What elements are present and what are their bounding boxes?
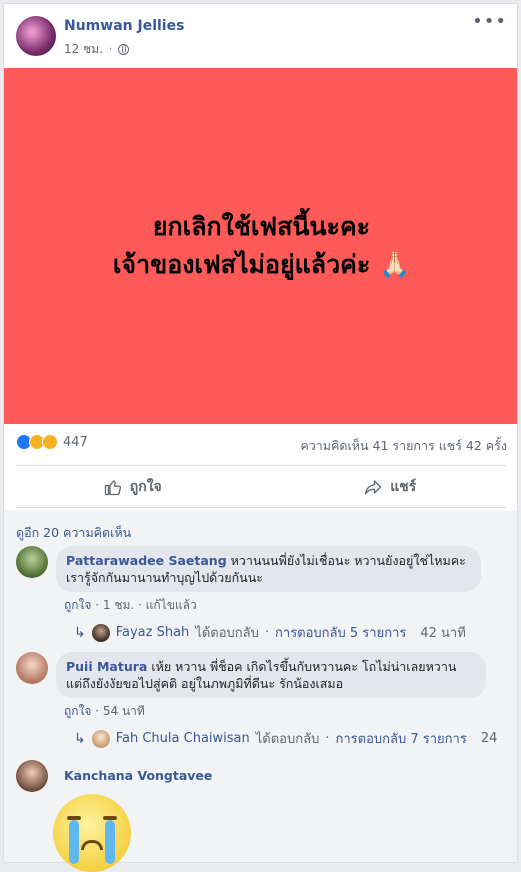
post-stats: 447 ความคิดเห็น 41 รายการ แชร์ 42 ครั้ง (4, 432, 517, 456)
commenter-avatar[interactable] (16, 760, 48, 792)
more-options-icon[interactable]: ••• (472, 13, 507, 31)
reply-count: การตอบกลับ 5 รายการ (275, 626, 407, 641)
sticker-tear (105, 820, 115, 864)
view-more-comments-link[interactable]: ดูอีก 20 ความคิดเห็น (16, 523, 131, 543)
post-banner: ยกเลิกใช้เฟสนี้นะคะ เจ้าของเฟสไม่อยู่แล้… (4, 68, 517, 424)
reply-time: 24 (480, 731, 498, 746)
commenter-name[interactable]: Pattarawadee Saetang (66, 553, 227, 568)
reaction-count: 447 (63, 434, 88, 450)
reply-count: การตอบกลับ 7 รายการ (335, 732, 467, 747)
share-button[interactable]: แชร์ (262, 469, 518, 505)
comments-shares-count[interactable]: ความคิดเห็น 41 รายการ แชร์ 42 ครั้ง (300, 436, 507, 456)
sticker-tear (69, 820, 79, 864)
sticker-mouth (81, 840, 103, 850)
commenter-name[interactable]: Kanchana Vongtavee (64, 768, 212, 783)
reply-author: Fah Chula Chaiwisan (115, 731, 250, 746)
comment-like-link[interactable]: ถูกใจ (64, 704, 91, 718)
globe-icon (118, 44, 130, 55)
crying-face-sticker (53, 794, 131, 872)
reactions-summary[interactable]: 447 (16, 434, 88, 450)
post-header: Numwan Jellies 12 ชม. · ••• (4, 4, 517, 68)
comment-footer: ถูกใจ · 1 ชม. · แก้ไขแล้ว (64, 598, 197, 612)
banner-line-1: ยกเลิกใช้เฟสนี้นะคะ (152, 212, 371, 241)
banner-line-2: เจ้าของเฟสไม่อยู่แล้วค่ะ 🙏🏻 (112, 250, 411, 279)
haha-icon (42, 434, 58, 450)
comment-time[interactable]: 54 นาที (103, 704, 145, 718)
post-meta: 12 ชม. · (64, 40, 130, 59)
meta-dot: · (325, 731, 330, 746)
reply-arrow-icon: ↳ (74, 730, 86, 747)
post-actions: ถูกใจ แชร์ (4, 469, 518, 505)
reply-action: ได้ตอบกลับ (255, 732, 320, 747)
commenter-name[interactable]: Puii Matura (66, 659, 147, 674)
reply-time: 42 นาที (420, 626, 466, 641)
commenter-avatar[interactable] (16, 546, 48, 578)
divider (16, 507, 507, 508)
reply-author: Fayaz Shah (115, 625, 190, 640)
meta-dot: · (264, 625, 270, 640)
comment-footer: ถูกใจ · 54 นาที (64, 704, 145, 718)
comment-bubble: Pattarawadee Saetang หวานนนพี่ยังไม่เชื่อ… (56, 546, 481, 592)
view-replies-link[interactable]: ↳ Fah Chula Chaiwisan ได้ตอบกลับ · การตอ… (74, 728, 497, 749)
reply-avatar (91, 623, 110, 642)
share-arrow-icon (365, 480, 382, 495)
like-label: ถูกใจ (129, 479, 162, 495)
author-avatar[interactable] (16, 16, 56, 56)
reply-action: ได้ตอบกลับ (195, 626, 259, 641)
post-time[interactable]: 12 ชม. (64, 40, 103, 59)
like-button[interactable]: ถูกใจ (4, 469, 262, 505)
comment-like-link[interactable]: ถูกใจ (64, 598, 91, 612)
post-card: Numwan Jellies 12 ชม. · ••• ยกเลิกใช้เฟส… (3, 3, 518, 863)
commenter-avatar[interactable] (16, 652, 48, 684)
divider (16, 465, 507, 466)
view-replies-link[interactable]: ↳ Fayaz Shah ได้ตอบกลับ · การตอบกลับ 5 ร… (74, 622, 466, 643)
thumbs-up-icon (104, 480, 121, 496)
reply-avatar (91, 729, 110, 748)
meta-dot: · (108, 44, 113, 55)
comment-time[interactable]: 1 ชม. (103, 598, 134, 612)
author-name[interactable]: Numwan Jellies (64, 18, 184, 34)
comment-bubble: Puii Matura เห้ย หวาน พี่ช็อค เกิดไรขึ้นก… (56, 652, 486, 698)
edited-label[interactable]: แก้ไขแล้ว (146, 598, 197, 612)
reply-arrow-icon: ↳ (74, 624, 86, 641)
share-label: แชร์ (390, 479, 417, 495)
